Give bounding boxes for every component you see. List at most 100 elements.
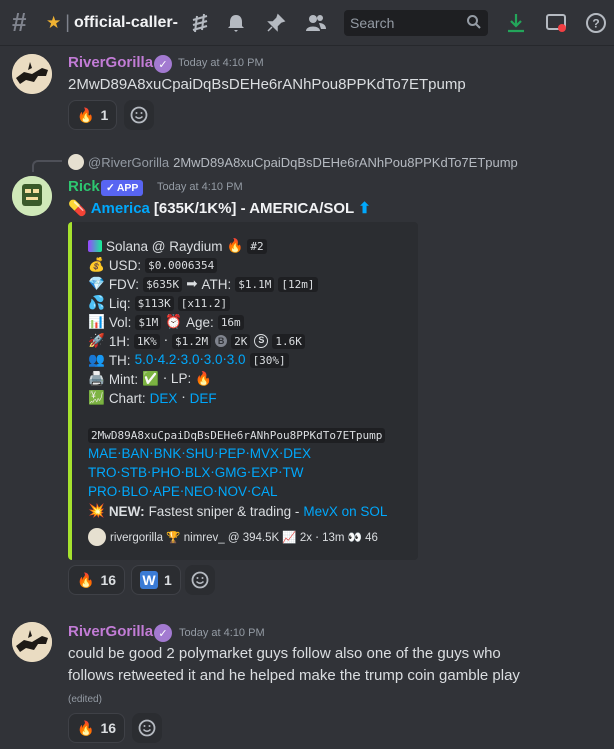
embed-line-usd: 💰 USD: $0.0006354 (88, 257, 218, 273)
edited-label: (edited) (68, 694, 102, 705)
th-values[interactable]: 5.0⋅4.2⋅3.0⋅3.0⋅3.0 (135, 352, 246, 368)
threads-icon[interactable] (188, 11, 212, 35)
download-icon[interactable] (504, 11, 528, 35)
buy-icon: B (215, 335, 228, 347)
footer-text: rivergorilla 🏆 nimrev_ @ 394.5K 📈 2x ⋅ 1… (110, 532, 378, 544)
embed-footer: rivergorilla 🏆 nimrev_ @ 394.5K 📈 2x ⋅ 1… (88, 528, 378, 546)
new-label: NEW: (108, 503, 145, 519)
embed-line-new: 💥 NEW: Fastest sniper & trading - MevX o… (88, 503, 387, 519)
rocket-icon: 🚀 (88, 333, 105, 348)
mevx-link[interactable]: MevX on SOL (303, 504, 387, 519)
search-placeholder: Search (350, 15, 395, 31)
reaction-fire[interactable]: 🔥 1 (68, 100, 118, 130)
bot-avatar[interactable] (12, 176, 52, 216)
liq-value: $113K (134, 295, 174, 311)
reaction-fire[interactable]: 🔥 16 (68, 713, 126, 743)
channel-name: official-caller- (73, 13, 178, 31)
solana-icon (88, 240, 102, 252)
ath-value: $1.1M (235, 276, 275, 292)
fire-icon: 🔥 (226, 238, 244, 253)
reply-connector (32, 160, 62, 172)
search-input[interactable]: Search (344, 10, 488, 36)
gem-icon: 💎 (88, 276, 105, 291)
reaction-w[interactable]: W 1 (131, 565, 181, 595)
reply-text: 2MwD89A8xuCpaiDqBsDEHe6rANhPou8PPKdTo7ET… (173, 154, 518, 170)
reaction-count: 16 (100, 720, 117, 736)
money-bag-icon: 💰 (88, 257, 105, 272)
new-text: Fastest sniper & trading - (148, 503, 300, 519)
embed-line-chain: Solana @ Raydium 🔥 #2 (88, 238, 267, 254)
contract-address[interactable]: 2MwD89A8xuCpaiDqBsDEHe6rANhPou8PPKdTo7ET… (88, 428, 386, 443)
add-reaction-button[interactable] (132, 713, 162, 743)
check-box-icon: ✅ (142, 371, 159, 386)
embed-line-address: 2MwD89A8xuCpaiDqBsDEHe6rANhPou8PPKdTo7ET… (88, 428, 386, 443)
h1-sells: 1.6K (272, 333, 305, 349)
reaction-count: 16 (100, 572, 117, 588)
rank-tag: #2 (247, 238, 267, 254)
h1-buys: 2K (231, 333, 251, 349)
h1-label: 1H: (108, 333, 130, 349)
bar-chart-icon: 📊 (88, 314, 105, 329)
avatar[interactable] (12, 622, 52, 662)
embed-links-row-2[interactable]: TRO⋅STB⋅PHO⋅BLX⋅GMG⋅EXP⋅TW (88, 465, 304, 481)
message-title: 💊 America [635K/1K%] - AMERICA/SOL ⬆ (68, 199, 371, 218)
token-link[interactable]: America (91, 200, 150, 217)
screen-share-icon[interactable] (544, 11, 568, 35)
reaction-count: 1 (164, 572, 172, 588)
timestamp: Today at 4:10 PM (179, 627, 265, 639)
clock-icon: ⏰ (165, 314, 183, 329)
add-reaction-button[interactable] (124, 100, 154, 130)
fire-icon: 🔥 (77, 106, 95, 123)
embed-links-row-1[interactable]: MAE⋅BAN⋅BNK⋅SHU⋅PEP⋅MVX⋅DEX (88, 446, 311, 462)
members-icon[interactable] (304, 11, 328, 35)
embed-line-chart: 💹 Chart: DEX ⋅ DEF (88, 390, 217, 406)
fire-icon: 🔥 (77, 571, 95, 588)
th-label: TH: (108, 352, 131, 368)
arrow-right-icon: ➡ (186, 276, 198, 291)
username[interactable]: RiverGorilla (68, 623, 153, 640)
chart-label: Chart: (108, 390, 146, 406)
ath-label: ATH: (201, 276, 232, 292)
fire-icon: 🔥 (77, 719, 95, 736)
embed-links-row-3[interactable]: PRO⋅BLO⋅APE⋅NEO⋅NOV⋅CAL (88, 484, 278, 500)
check-icon: ✓ (106, 182, 115, 194)
vol-label: Vol: (108, 314, 132, 330)
fdv-value: $635K (143, 276, 183, 292)
dex-link[interactable]: DEX (150, 391, 178, 406)
timestamp: Today at 4:10 PM (157, 181, 243, 193)
message-content: 2MwD89A8xuCpaiDqBsDEHe6rANhPou8PPKdTo7ET… (68, 76, 466, 93)
help-icon[interactable]: ? (584, 11, 608, 35)
vol-value: $1M (135, 314, 162, 330)
h1-vol: $1.2M (172, 333, 212, 349)
title-text: [635K/1K%] - AMERICA/SOL (153, 199, 355, 217)
h1-pct: 1K% (133, 333, 160, 349)
svg-text:?: ? (592, 17, 599, 31)
bell-icon[interactable] (224, 11, 248, 35)
liq-label: Liq: (108, 295, 131, 311)
mint-label: Mint: (108, 371, 139, 387)
reaction-fire[interactable]: 🔥 16 (68, 565, 126, 595)
search-icon (466, 14, 482, 30)
divider: | (65, 12, 70, 32)
token-embed: Solana @ Raydium 🔥 #2 💰 USD: $0.0006354 … (68, 222, 418, 560)
chain-label: Solana @ Raydium (106, 238, 223, 254)
add-reaction-button[interactable] (185, 565, 215, 595)
printer-icon: 🖨️ (88, 371, 105, 386)
embed-line-1h: 🚀 1H: 1K% ⋅ $1.2M B 2K S 1.6K (88, 333, 305, 349)
reply-preview[interactable]: @RiverGorilla 2MwD89A8xuCpaiDqBsDEHe6rAN… (68, 154, 518, 170)
message-line-1: could be good 2 polymarket guys follow a… (68, 645, 501, 662)
lp-label: ⋅ LP: (162, 371, 192, 386)
avatar[interactable] (12, 54, 52, 94)
verified-badge-icon: ✓ (154, 55, 172, 73)
def-link[interactable]: DEF (190, 391, 217, 406)
th-total: [30%] (249, 352, 289, 368)
liq-mult: [x11.2] (177, 295, 231, 311)
username[interactable]: RiverGorilla (68, 54, 153, 71)
embed-line-mint: 🖨️ Mint: ✅ ⋅ LP: 🔥 (88, 371, 212, 387)
app-label: APP (116, 182, 139, 194)
username[interactable]: Rick (68, 178, 100, 195)
pin-icon[interactable] (264, 11, 288, 35)
ath-time: [12m] (278, 276, 318, 292)
reply-username: @RiverGorilla (88, 154, 170, 170)
embed-line-th: 👥 TH: 5.0⋅4.2⋅3.0⋅3.0⋅3.0 [30%] (88, 352, 289, 368)
